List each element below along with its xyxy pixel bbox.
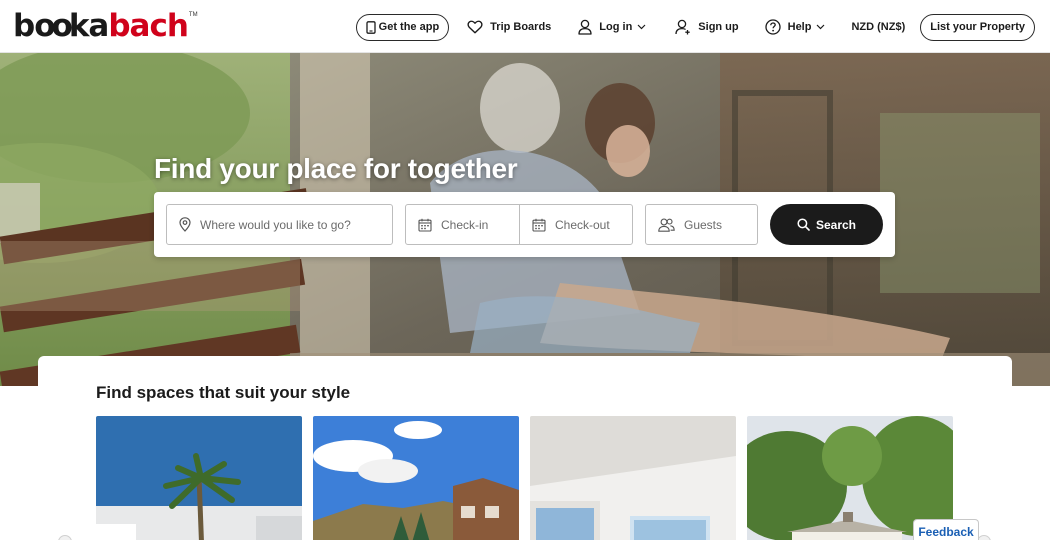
search-panel: Where would you like to go? Check-in Che…: [154, 192, 895, 257]
help-circle-icon: [764, 19, 781, 35]
calendar-icon: [532, 218, 546, 232]
guests-placeholder: Guests: [684, 217, 723, 232]
check-in-input[interactable]: Check-in: [405, 204, 520, 245]
hero-banner: Find your place for together Where would…: [0, 53, 1050, 386]
destination-input[interactable]: Where would you like to go?: [166, 204, 393, 245]
help-menu[interactable]: Help: [764, 19, 826, 35]
guests-icon: [658, 218, 675, 232]
style-card-image: [96, 416, 302, 540]
phone-icon: [366, 20, 376, 34]
location-pin-icon: [179, 217, 191, 232]
guests-input[interactable]: Guests: [645, 204, 758, 245]
log-in-menu[interactable]: Log in: [578, 19, 646, 35]
list-your-property-label: List your Property: [930, 21, 1025, 33]
currency-selector[interactable]: NZD (NZ$): [851, 21, 905, 33]
trip-boards-label: Trip Boards: [490, 21, 552, 33]
style-card-image: [530, 416, 736, 540]
section-title: Find spaces that suit your style: [96, 383, 351, 402]
help-label: Help: [787, 21, 812, 33]
list-your-property-button[interactable]: List your Property: [920, 13, 1035, 41]
log-in-label: Log in: [599, 21, 633, 33]
get-the-app-button[interactable]: Get the app: [355, 13, 450, 41]
search-icon: [797, 218, 810, 231]
chevron-down-icon: [817, 24, 825, 30]
header-nav: Get the app Trip Boards Log in Sign up H…: [355, 12, 1035, 42]
style-card-tropical[interactable]: [96, 416, 302, 540]
currency-label: NZD (NZ$): [851, 21, 906, 33]
hero-title: Find your place for together: [154, 153, 518, 184]
styles-section: Find spaces that suit your style: [38, 356, 1012, 540]
heart-icon: [467, 20, 483, 34]
style-card-modern[interactable]: [530, 416, 736, 540]
calendar-icon: [418, 218, 432, 232]
style-card-mountain[interactable]: [313, 416, 519, 540]
user-icon: [578, 19, 592, 35]
logo-trademark: TM: [188, 12, 198, 18]
top-navigation-bar: bookabach TM Get the app Trip Boards Log…: [0, 0, 1050, 53]
sign-up-link[interactable]: Sign up: [675, 19, 739, 35]
check-in-placeholder: Check-in: [441, 217, 489, 232]
check-out-placeholder: Check-out: [555, 217, 610, 232]
user-add-icon: [675, 19, 690, 35]
style-card-image: [313, 416, 519, 540]
bookabach-logo[interactable]: bookabach TM: [13, 8, 198, 44]
search-button[interactable]: Search: [770, 204, 883, 245]
sign-up-label: Sign up: [698, 21, 739, 33]
chevron-down-icon: [637, 24, 646, 30]
trip-boards-link[interactable]: Trip Boards: [467, 20, 551, 34]
destination-placeholder: Where would you like to go?: [200, 217, 351, 232]
check-out-input[interactable]: Check-out: [519, 204, 633, 245]
feedback-button[interactable]: Feedback: [913, 519, 979, 540]
logo-wordmark: bookabach: [13, 8, 189, 44]
get-the-app-label: Get the app: [378, 21, 440, 33]
search-button-label: Search: [815, 217, 857, 232]
